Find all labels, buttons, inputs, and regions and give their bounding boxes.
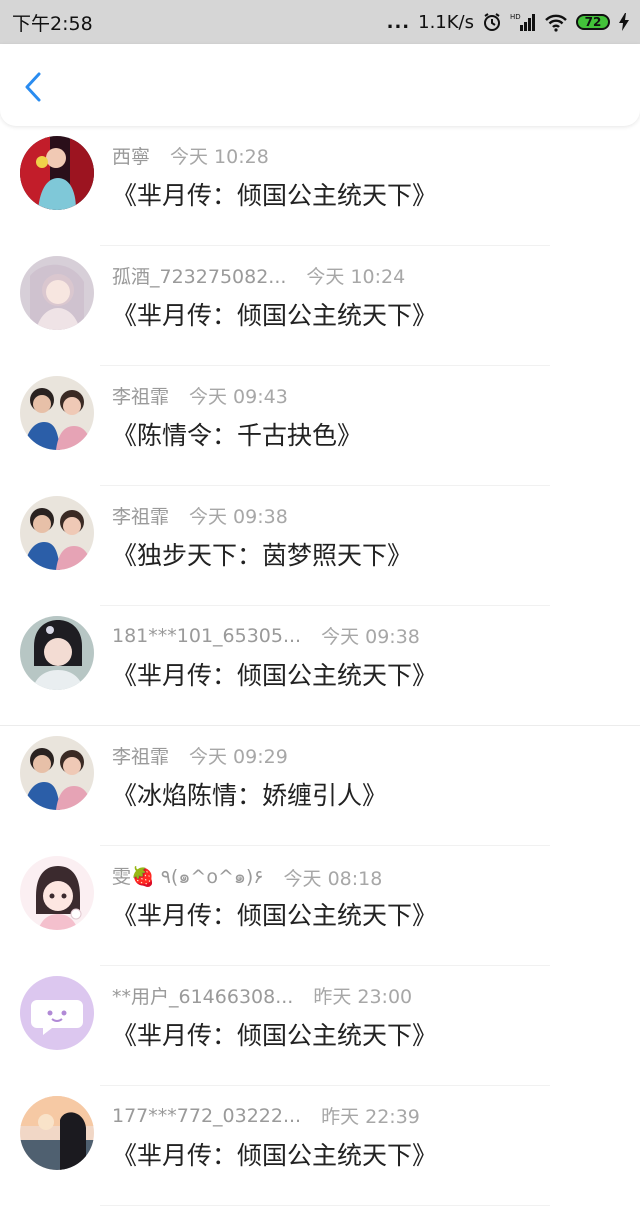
avatar[interactable]: [20, 1096, 94, 1170]
timestamp: 今天 09:38: [321, 626, 420, 648]
wifi-icon: [544, 12, 568, 32]
timestamp: 今天 09:38: [189, 506, 288, 528]
top-nav-bar: [0, 44, 640, 126]
book-title[interactable]: 《芈月传：倾国公主统天下》: [112, 1136, 437, 1172]
comment-meta: 177***772_03222... 昨天 22:39: [112, 1102, 420, 1129]
list-item[interactable]: 李祖霏 今天 09:38 《独步天下：茵梦照天下》: [0, 486, 640, 606]
username[interactable]: 孤酒_723275082...: [112, 262, 286, 289]
book-title[interactable]: 《芈月传：倾国公主统天下》: [112, 656, 437, 692]
cellular-signal-icon: HD: [510, 12, 536, 32]
comment-meta: 西寧 今天 10:28: [112, 142, 269, 169]
avatar[interactable]: [20, 256, 94, 330]
more-dots: ...: [386, 11, 411, 33]
book-title[interactable]: 《独步天下：茵梦照天下》: [112, 536, 412, 572]
svg-text:HD: HD: [510, 13, 521, 21]
comment-meta: 李祖霏 今天 09:43: [112, 382, 288, 409]
comment-meta: 孤酒_723275082... 今天 10:24: [112, 262, 405, 289]
comment-meta: 李祖霏 今天 09:38: [112, 502, 288, 529]
list-item[interactable]: **用户_61466308... 昨天 23:00 《芈月传：倾国公主统天下》: [0, 966, 640, 1086]
network-speed: 1.1K/s: [418, 11, 474, 33]
username[interactable]: 181***101_65305...: [112, 625, 301, 647]
username[interactable]: **用户_61466308...: [112, 982, 293, 1009]
book-title[interactable]: 《陈情令：千古抉色》: [112, 416, 362, 452]
avatar[interactable]: [20, 136, 94, 210]
timestamp: 今天 08:18: [283, 867, 383, 890]
list-item[interactable]: 孤酒_723275082... 今天 10:24 《芈月传：倾国公主统天下》: [0, 246, 640, 366]
avatar[interactable]: [20, 496, 94, 570]
timestamp: 今天 09:43: [189, 386, 288, 408]
timestamp: 今天 09:29: [189, 746, 288, 768]
comment-meta: 181***101_65305... 今天 09:38: [112, 622, 420, 649]
username[interactable]: 雯🍓 ٩(๑^o^๑)۶: [112, 862, 264, 892]
list-item[interactable]: 181***101_65305... 今天 09:38 《芈月传：倾国公主统天下…: [0, 606, 640, 726]
battery-icon: 72: [576, 14, 610, 30]
username[interactable]: 西寧: [112, 142, 150, 169]
avatar[interactable]: [20, 376, 94, 450]
avatar[interactable]: [20, 976, 94, 1050]
list-item[interactable]: 雯🍓 ٩(๑^o^๑)۶ 今天 08:18 《芈月传：倾国公主统天下》: [0, 846, 640, 966]
timestamp: 今天 10:24: [306, 266, 406, 288]
timestamp: 今天 10:28: [170, 146, 269, 168]
avatar[interactable]: [20, 616, 94, 690]
charging-bolt-icon: [618, 12, 630, 32]
comment-meta: 李祖霏 今天 09:29: [112, 742, 288, 769]
list-item[interactable]: 177***772_03222... 昨天 22:39 《芈月传：倾国公主统天下…: [0, 1086, 640, 1206]
list-item[interactable]: 西寧 今天 10:28 《芈月传：倾国公主统天下》: [0, 126, 640, 246]
status-icons: ... 1.1K/s HD 72: [387, 12, 630, 33]
list-item[interactable]: 李祖霏 今天 09:43 《陈情令：千古抉色》: [0, 366, 640, 486]
username[interactable]: 李祖霏: [112, 742, 169, 769]
username[interactable]: 李祖霏: [112, 502, 169, 529]
comment-meta: 雯🍓 ٩(๑^o^๑)۶ 今天 08:18: [112, 862, 382, 892]
username[interactable]: 177***772_03222...: [112, 1105, 301, 1127]
list-item[interactable]: 李祖霏 今天 09:29 《冰焰陈情：娇缠引人》: [0, 726, 640, 846]
timestamp: 昨天 23:00: [313, 986, 413, 1008]
book-title[interactable]: 《芈月传：倾国公主统天下》: [112, 176, 437, 212]
avatar[interactable]: [20, 856, 94, 930]
comment-meta: **用户_61466308... 昨天 23:00: [112, 982, 412, 1009]
back-button[interactable]: [18, 70, 48, 104]
book-title[interactable]: 《冰焰陈情：娇缠引人》: [112, 776, 387, 812]
status-bar: 下午2:58 ... 1.1K/s HD 72: [0, 0, 640, 44]
username[interactable]: 李祖霏: [112, 382, 169, 409]
avatar[interactable]: [20, 736, 94, 810]
alarm-clock-icon: [482, 12, 502, 32]
status-time: 下午2:58: [12, 12, 93, 35]
comment-list: 西寧 今天 10:28 《芈月传：倾国公主统天下》 孤酒_723275082..…: [0, 126, 640, 1206]
timestamp: 昨天 22:39: [321, 1106, 420, 1128]
book-title[interactable]: 《芈月传：倾国公主统天下》: [112, 896, 437, 932]
book-title[interactable]: 《芈月传：倾国公主统天下》: [112, 296, 437, 332]
chevron-left-icon: [25, 72, 41, 102]
book-title[interactable]: 《芈月传：倾国公主统天下》: [112, 1016, 437, 1052]
